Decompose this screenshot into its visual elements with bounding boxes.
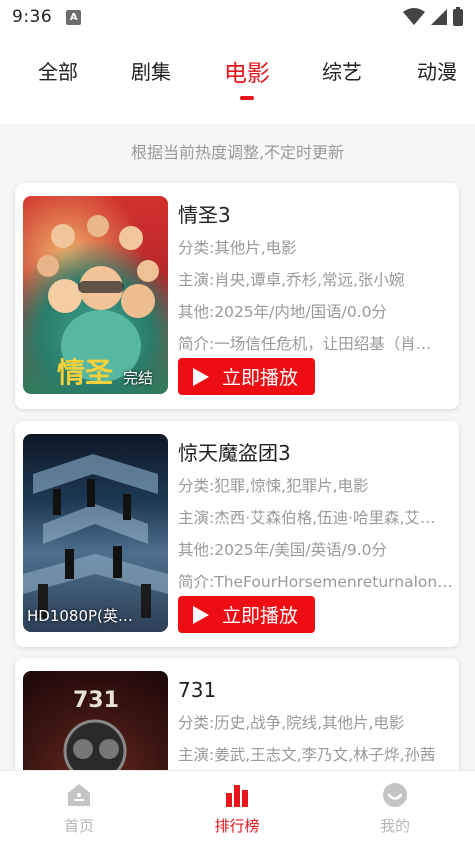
nav-profile[interactable]: 我的 [350,781,440,836]
movie-poster[interactable]: HD1080P(英… [23,434,168,632]
poster-quality-label: HD1080P(英… [27,607,133,625]
movie-card[interactable]: 情圣 完结 情圣3 分类:其他片,电影 主演:肖央,谭卓,乔杉,常远,张小婉 其… [15,183,459,409]
movie-info: 731 分类:历史,战争,院线,其他片,电影 主演:姜武,王志文,李乃文,林子烨… [178,674,456,770]
tab-variety[interactable]: 综艺 [322,56,362,85]
nav-profile-label: 我的 [379,817,410,835]
nav-ranking-label: 排行榜 [214,817,260,835]
movie-cast: 主演:杰西·艾森伯格,伍迪·哈里森,艾… [178,509,436,527]
movie-cast: 主演:姜武,王志文,李乃文,林子烨,孙茜 [178,746,436,764]
movie-title[interactable]: 情圣3 [178,199,456,231]
svg-text:情圣: 情圣 [57,356,114,389]
battery-icon [453,6,463,26]
tab-movies[interactable]: 电影 [224,54,270,88]
movie-category: 分类:历史,战争,院线,其他片,电影 [178,714,405,732]
status-indicators [403,6,463,26]
wifi-icon [403,8,425,25]
tab-anime[interactable]: 动漫 [417,56,457,85]
movie-title[interactable]: 731 [178,674,456,706]
movie-intro: 简介:TheFourHorsemenreturnalong… [178,573,456,591]
ranking-note: 根据当前热度调整,不定时更新 [130,143,345,162]
tab-series[interactable]: 剧集 [131,56,171,85]
signal-icon [431,9,447,25]
poster-artwork: 情圣 [37,215,159,389]
category-tabs: 全部 剧集 电影 综艺 动漫 [0,34,475,124]
nav-home-label: 首页 [63,817,94,835]
bottom-navigation: 首页 排行榜 我的 [0,770,475,844]
movie-other: 其他:2025年/内地/国语/0.0分 [178,303,387,321]
home-icon [68,784,90,806]
movie-category: 分类:犯罪,惊悚,犯罪片,电影 [178,477,369,495]
play-button-label: 立即播放 [222,606,299,627]
movie-category: 分类:其他片,电影 [178,239,297,257]
tab-all[interactable]: 全部 [38,56,78,85]
status-bar: 9:36 A [0,0,475,34]
play-icon [193,367,209,386]
status-time: 9:36 [12,7,53,27]
movie-card[interactable]: HD1080P(英… 惊天魔盗团3 分类:犯罪,惊悚,犯罪片,电影 主演:杰西·… [15,421,459,647]
active-tab-indicator [240,96,254,100]
play-now-button[interactable]: 立即播放 [178,596,315,633]
movie-info: 情圣3 分类:其他片,电影 主演:肖央,谭卓,乔杉,常远,张小婉 其他:2025… [178,199,456,359]
movie-info: 惊天魔盗团3 分类:犯罪,惊悚,犯罪片,电影 主演:杰西·艾森伯格,伍迪·哈里森… [178,437,456,597]
ranking-icon [226,785,248,807]
poster-artwork [23,454,168,618]
nav-ranking[interactable]: 排行榜 [192,781,282,836]
play-button-label: 立即播放 [222,368,299,389]
movie-other: 其他:2025年/美国/英语/9.0分 [178,541,387,559]
poster-status-label: 完结 [123,369,154,387]
movie-intro: 简介:一场信任危机，让田绍基（肖… [178,335,432,353]
app-notification-icon: A [66,9,82,25]
movie-title[interactable]: 惊天魔盗团3 [178,437,456,469]
svg-text:731: 731 [73,688,119,713]
play-icon [193,605,209,624]
profile-icon [383,783,407,807]
nav-home[interactable]: 首页 [34,781,124,836]
movie-cast: 主演:肖央,谭卓,乔杉,常远,张小婉 [178,271,405,289]
play-now-button[interactable]: 立即播放 [178,358,315,395]
movie-poster[interactable]: 情圣 完结 [23,196,168,394]
